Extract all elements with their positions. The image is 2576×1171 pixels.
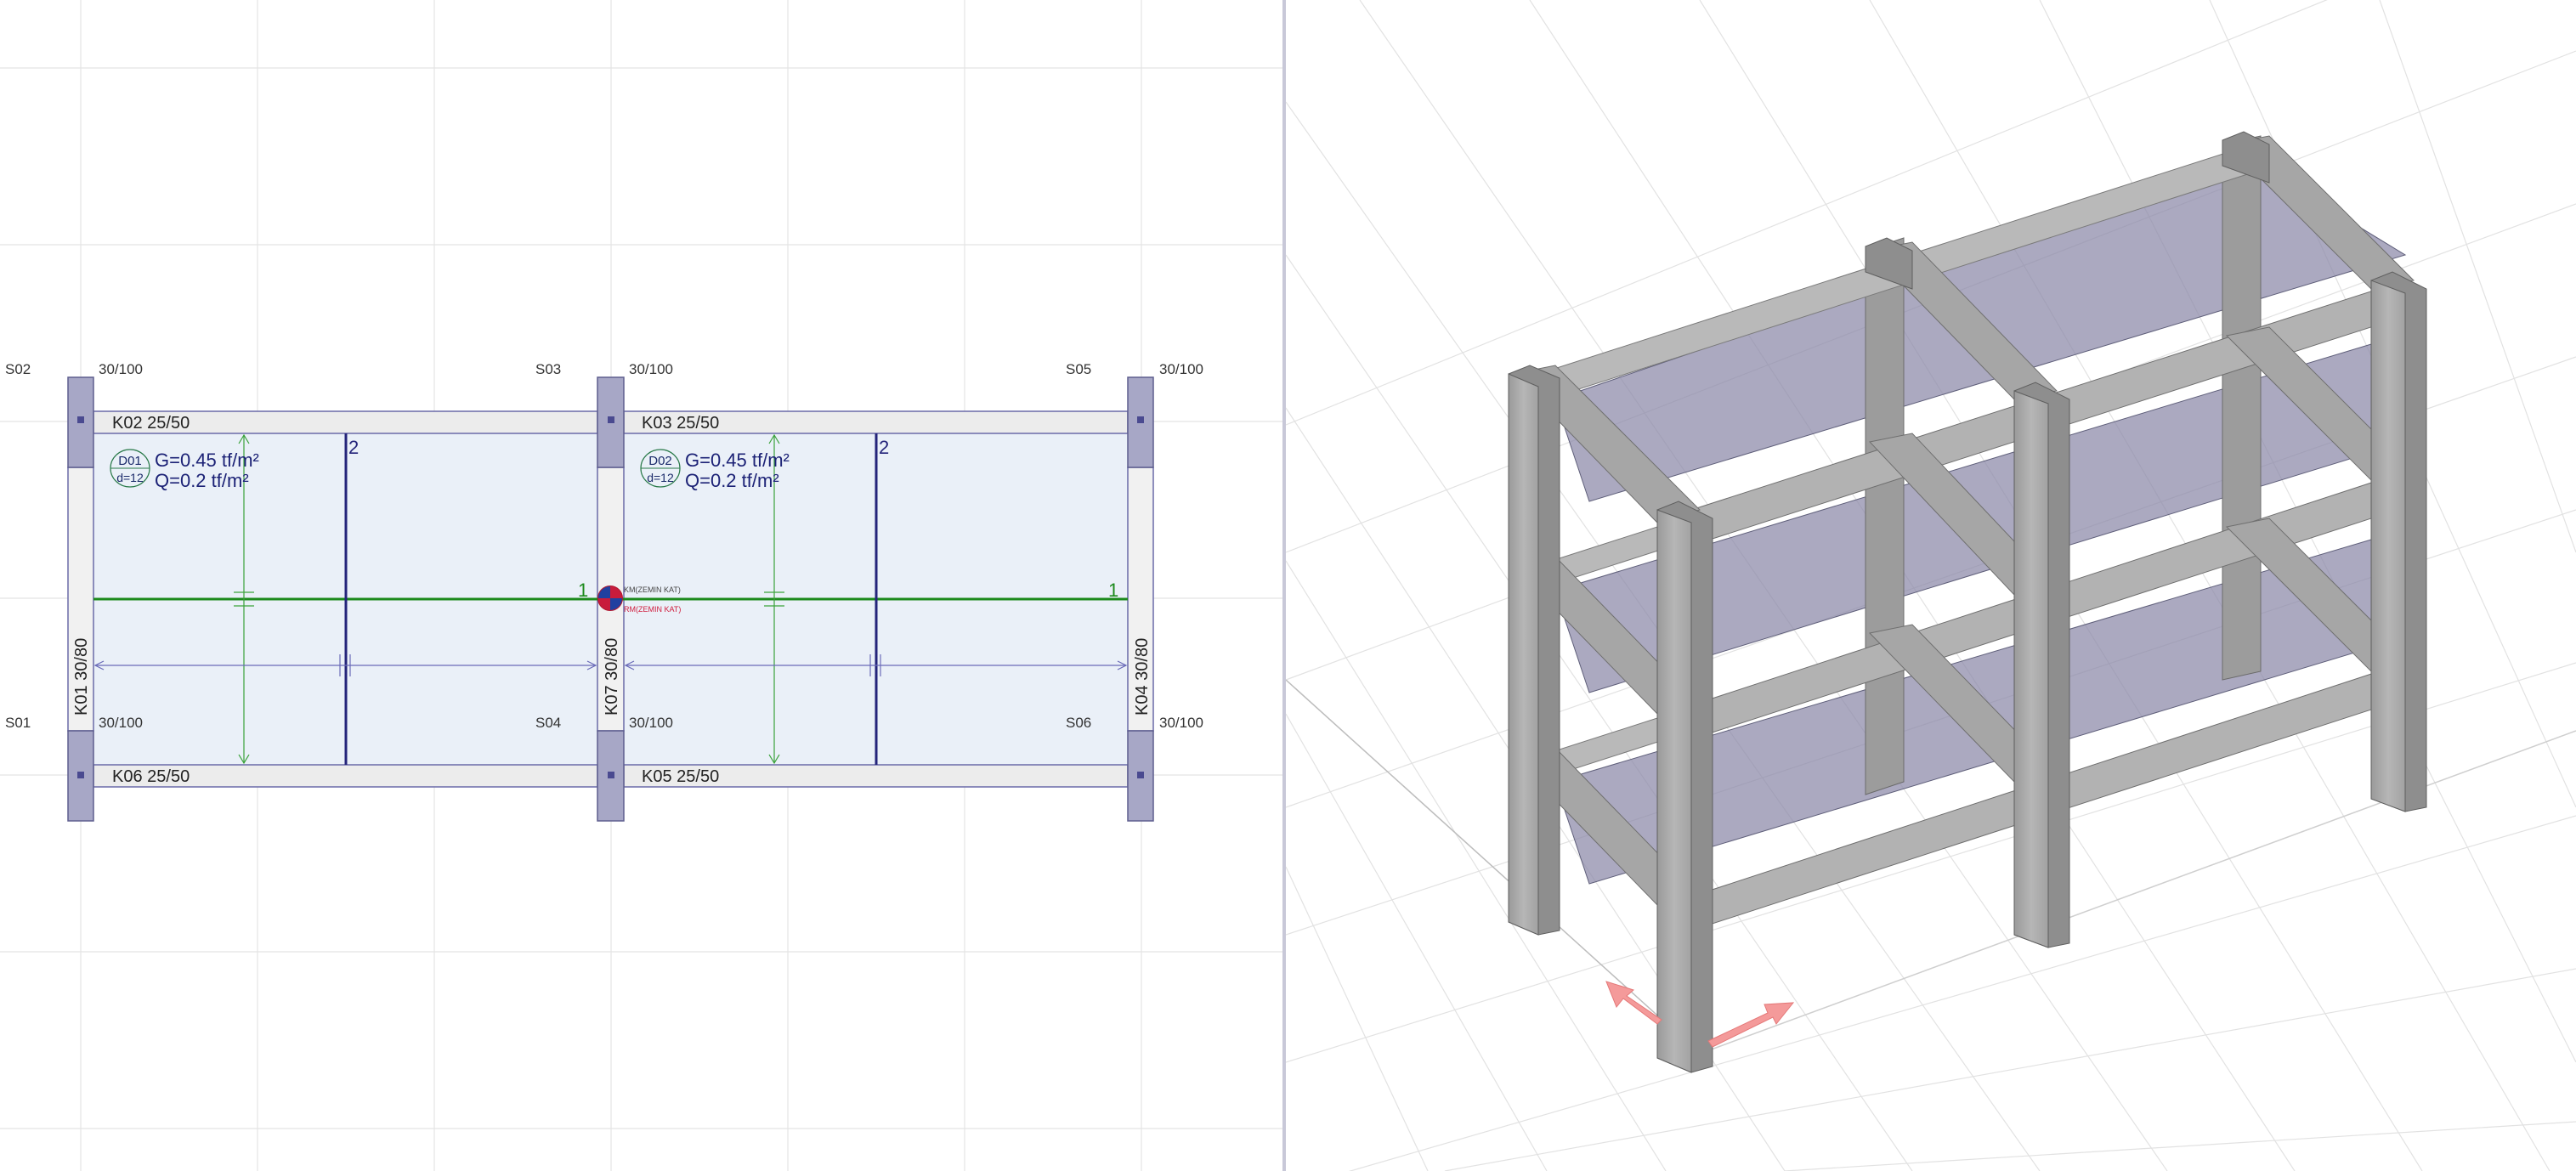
beam-k05-label[interactable]: K05 25/50 <box>642 767 719 786</box>
column-size-label: 30/100 <box>99 361 143 377</box>
mass-center-label: KM(ZEMIN KAT) <box>624 586 681 594</box>
beam-k02-label[interactable]: K02 25/50 <box>112 414 190 433</box>
slab-d02-dead-load: G=0.45 tf/m² <box>685 450 790 471</box>
plan-view[interactable]: S02 S03 S05 S01 S04 S06 30/100 30/100 30… <box>0 0 1282 1171</box>
axis-1-label[interactable]: 1 <box>1108 580 1118 601</box>
slab-d01-thickness: d=12 <box>116 471 144 484</box>
column-size-label: 30/100 <box>629 361 673 377</box>
column-size-label: 30/100 <box>629 715 673 731</box>
beam-k04-label[interactable]: K04 30/80 <box>1133 638 1152 716</box>
column-size-label: 30/100 <box>1159 361 1203 377</box>
3d-canvas[interactable] <box>1286 0 2576 1171</box>
beam-k01-label[interactable]: K01 30/80 <box>72 638 91 716</box>
plan-canvas[interactable]: S02 S03 S05 S01 S04 S06 30/100 30/100 30… <box>0 0 1282 1171</box>
slab-d01-dead-load: G=0.45 tf/m² <box>155 450 259 471</box>
support-s01-label[interactable]: S01 <box>5 715 31 731</box>
3d-column[interactable] <box>2013 390 2049 948</box>
3d-column[interactable] <box>1865 237 1905 795</box>
support-s05-label[interactable]: S05 <box>1066 361 1091 377</box>
slab-d02-thickness: d=12 <box>647 471 674 484</box>
3d-column[interactable] <box>2222 135 2262 681</box>
column-size-label: 30/100 <box>99 715 143 731</box>
axis-2-label[interactable]: 2 <box>879 437 889 458</box>
mass-center-icon[interactable] <box>597 586 623 611</box>
slab-d01-name: D01 <box>118 454 142 468</box>
slab-d01-live-load: Q=0.2 tf/m² <box>155 470 249 491</box>
support-s02-label[interactable]: S02 <box>5 361 31 377</box>
support-s03-label[interactable]: S03 <box>535 361 561 377</box>
support-s04-label[interactable]: S04 <box>535 715 561 731</box>
column-size-label: 30/100 <box>1159 715 1203 731</box>
slab-d02-name: D02 <box>648 454 672 468</box>
axis-1-label[interactable]: 1 <box>578 580 588 601</box>
support-s06-label[interactable]: S06 <box>1066 715 1091 731</box>
3d-column[interactable] <box>1656 509 1692 1073</box>
3d-column[interactable] <box>2370 280 2406 812</box>
3d-view[interactable] <box>1286 0 2576 1171</box>
rigidity-center-label: RM(ZEMIN KAT) <box>624 605 681 614</box>
beam-k07-label[interactable]: K07 30/80 <box>603 638 621 716</box>
beam-k03-label[interactable]: K03 25/50 <box>642 414 719 433</box>
beam-k06-label[interactable]: K06 25/50 <box>112 767 190 786</box>
3d-column[interactable] <box>1508 373 1539 936</box>
axis-2-label[interactable]: 2 <box>348 437 359 458</box>
slab-d02-live-load: Q=0.2 tf/m² <box>685 470 779 491</box>
